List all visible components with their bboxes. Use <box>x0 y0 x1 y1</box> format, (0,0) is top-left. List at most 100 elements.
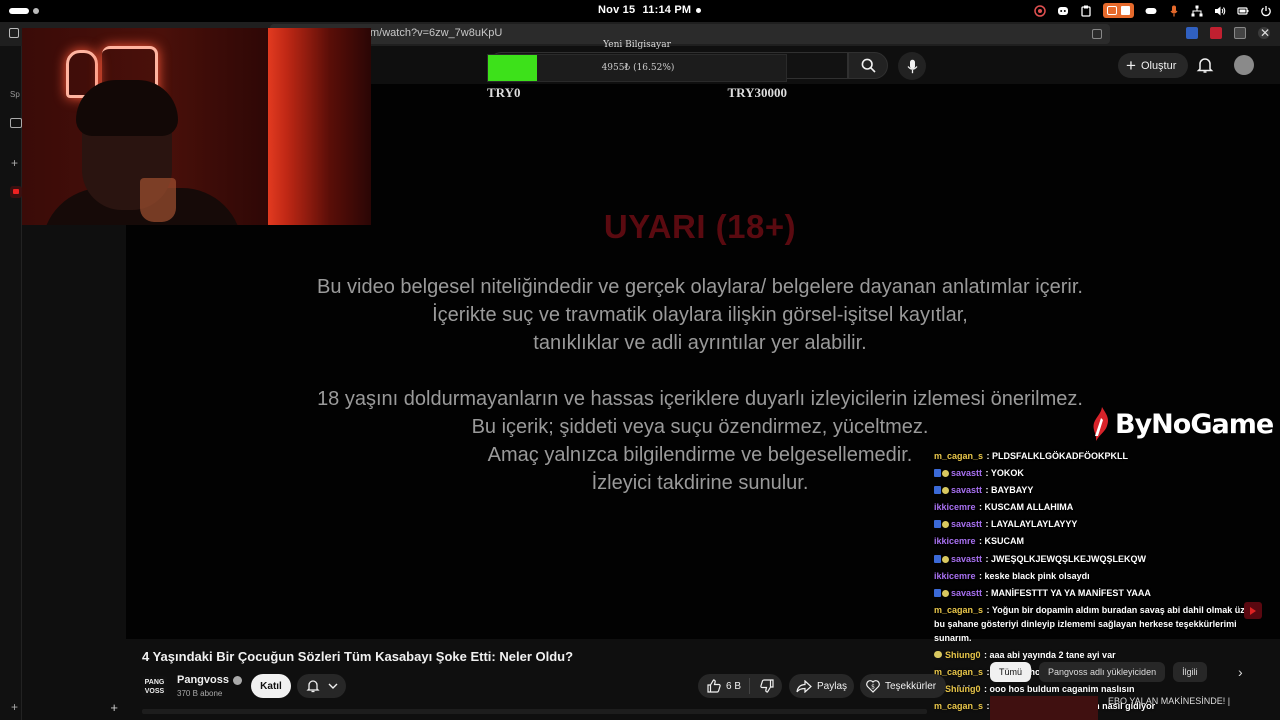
warning-line: İçerikte suç ve travmatik olaylara ilişk… <box>432 304 968 326</box>
chip-from-uploader[interactable]: Pangvoss adlı yükleyiciden <box>1039 662 1166 682</box>
chat-badge-icon <box>934 520 949 529</box>
chat-username: m_cagan_s <box>934 451 984 461</box>
webcam-wall <box>268 28 371 225</box>
chat-text: JWEŞQLKJEWQŞLKEJWQŞLEKQW <box>991 553 1147 564</box>
notifications-button[interactable] <box>1196 56 1214 74</box>
recommendation-title[interactable]: EBO YALAN MAKİNESİNDE! | <box>1108 696 1230 706</box>
chat-message: savastt : BAYBAYY <box>934 482 1264 499</box>
chat-text: KUSCAM ALLAHIMA <box>984 502 1074 513</box>
power-icon[interactable] <box>1260 5 1272 17</box>
dislike-button[interactable] <box>750 679 774 693</box>
chat-message: savastt : YOKOK <box>934 465 1264 482</box>
recommendation-thumbnail[interactable] <box>990 696 1098 720</box>
chat-badge-icon <box>934 554 949 563</box>
clock-date: Nov 15 <box>598 4 636 16</box>
super-thanks-icon: $ <box>866 680 880 693</box>
share-icon <box>796 679 812 693</box>
verified-icon <box>232 675 242 685</box>
chat-message: m_cagan_s : PLDSFALKLGÖKADFÖOKPKLL <box>934 448 1264 465</box>
account-avatar[interactable] <box>1234 55 1254 75</box>
discord-icon[interactable] <box>1057 5 1069 17</box>
youtube-tab-icon[interactable] <box>10 186 22 198</box>
recommendation-chips: Tümü Pangvoss adlı yükleyiciden İlgili <box>990 662 1207 682</box>
workspace-inactive[interactable] <box>33 8 39 14</box>
chat-username: m_cagan_s <box>934 666 984 677</box>
chat-badge-icon <box>934 486 949 495</box>
workspace-indicator[interactable] <box>9 8 39 14</box>
add-space-icon[interactable]: + <box>11 700 18 714</box>
chat-username: savastt <box>951 553 983 564</box>
extension-translate-icon[interactable] <box>1186 27 1198 39</box>
microphone-icon[interactable] <box>1168 5 1180 17</box>
chat-text: BAYBAYY <box>991 485 1034 496</box>
chat-username: savastt <box>951 587 983 598</box>
new-tab-icon[interactable]: + <box>11 156 18 170</box>
chat-separator: : <box>983 468 991 479</box>
url-text[interactable]: m/watch?v=6zw_7w8uKpU <box>370 27 502 39</box>
clock[interactable]: Nov 15 11:14 PM <box>598 4 695 16</box>
screen-recording-indicator[interactable] <box>1103 3 1134 18</box>
chat-text: MANİFESTTT YA YA MANİFEST YAAA <box>991 587 1151 598</box>
chat-message: ikkicemre : keske black pink olsaydı <box>934 568 1264 585</box>
flame-logo-icon <box>1093 407 1109 441</box>
chat-text: LAYALAYLAYLAYYY <box>991 519 1078 530</box>
warning-spacer <box>126 357 1274 385</box>
chevron-down-icon <box>328 683 337 689</box>
folder-icon[interactable] <box>10 118 22 128</box>
join-button[interactable]: Katıl <box>251 674 291 698</box>
subscribed-button[interactable] <box>297 674 346 698</box>
gamepad-icon[interactable] <box>1145 5 1157 17</box>
network-icon[interactable] <box>1191 5 1203 17</box>
chat-badge-icon <box>934 650 942 658</box>
chat-username: ikkicemre <box>934 502 976 513</box>
search-button[interactable] <box>848 52 888 79</box>
channel-name[interactable]: Pangvoss <box>177 674 242 686</box>
add-icon[interactable]: + <box>110 700 118 715</box>
clock-time: 11:14 PM <box>642 4 692 16</box>
video-title: 4 Yaşındaki Bir Çocuğun Sözleri Tüm Kasa… <box>142 649 574 664</box>
system-tray <box>1034 3 1272 18</box>
thumbs-up-icon <box>707 679 721 693</box>
thanks-button[interactable]: $ Teşekkürler <box>860 674 946 698</box>
streamer-hair <box>76 80 178 136</box>
voice-search-button[interactable] <box>898 52 926 80</box>
chevron-right-icon[interactable]: › <box>1238 664 1243 680</box>
clipboard-icon[interactable] <box>1080 5 1092 17</box>
warning-line: tanıklıklar ve adli ayrıntılar yer alabi… <box>533 332 867 354</box>
chat-message: savastt : MANİFESTTT YA YA MANİFEST YAAA <box>934 585 1264 602</box>
search-icon <box>861 58 876 73</box>
bell-icon <box>305 680 320 693</box>
chat-text: aaa abi yayında 2 tane ayi var <box>989 649 1116 660</box>
channel-name-text[interactable]: Pangvoss <box>177 674 229 686</box>
chat-separator: : <box>976 536 985 547</box>
close-icon[interactable]: ✕ <box>1260 26 1270 40</box>
chat-separator: : <box>976 570 985 581</box>
chip-all[interactable]: Tümü <box>990 662 1032 682</box>
share-button[interactable]: Paylaş <box>789 674 854 698</box>
like-button[interactable]: 6 B <box>698 678 751 694</box>
more-actions-icon[interactable]: ··· <box>957 678 972 692</box>
obs-icon[interactable] <box>1034 4 1046 17</box>
goal-title: Yeni Bilgisayar <box>603 40 671 50</box>
chat-username: ikkicemre <box>934 570 976 581</box>
chip-related[interactable]: İlgili <box>1173 662 1207 682</box>
chat-text: keske black pink olsaydı <box>984 570 1090 581</box>
description-box[interactable] <box>142 709 927 714</box>
chat-separator: : <box>984 604 992 615</box>
workspace-active[interactable] <box>9 8 29 14</box>
battery-icon[interactable] <box>1237 5 1249 17</box>
system-top-bar: Nov 15 11:14 PM <box>0 0 1280 22</box>
extension-puzzle-icon[interactable] <box>1234 27 1246 39</box>
extension-adblock-icon[interactable] <box>1210 27 1222 39</box>
chat-separator: : <box>983 587 992 598</box>
channel-avatar[interactable]: PANG VOSS <box>142 676 167 696</box>
sidebar-toggle-icon[interactable] <box>9 28 19 38</box>
notification-dot <box>696 8 701 13</box>
volume-icon[interactable] <box>1214 5 1226 17</box>
create-button[interactable]: + Oluştur <box>1118 53 1189 78</box>
reader-mode-icon[interactable] <box>1092 29 1102 39</box>
chat-separator: : <box>983 553 992 564</box>
chat-message: ikkicemre : KUSCAM ALLAHIMA <box>934 499 1264 516</box>
chat-username: savastt <box>951 485 983 496</box>
youtube-chat-icon <box>1244 602 1262 619</box>
